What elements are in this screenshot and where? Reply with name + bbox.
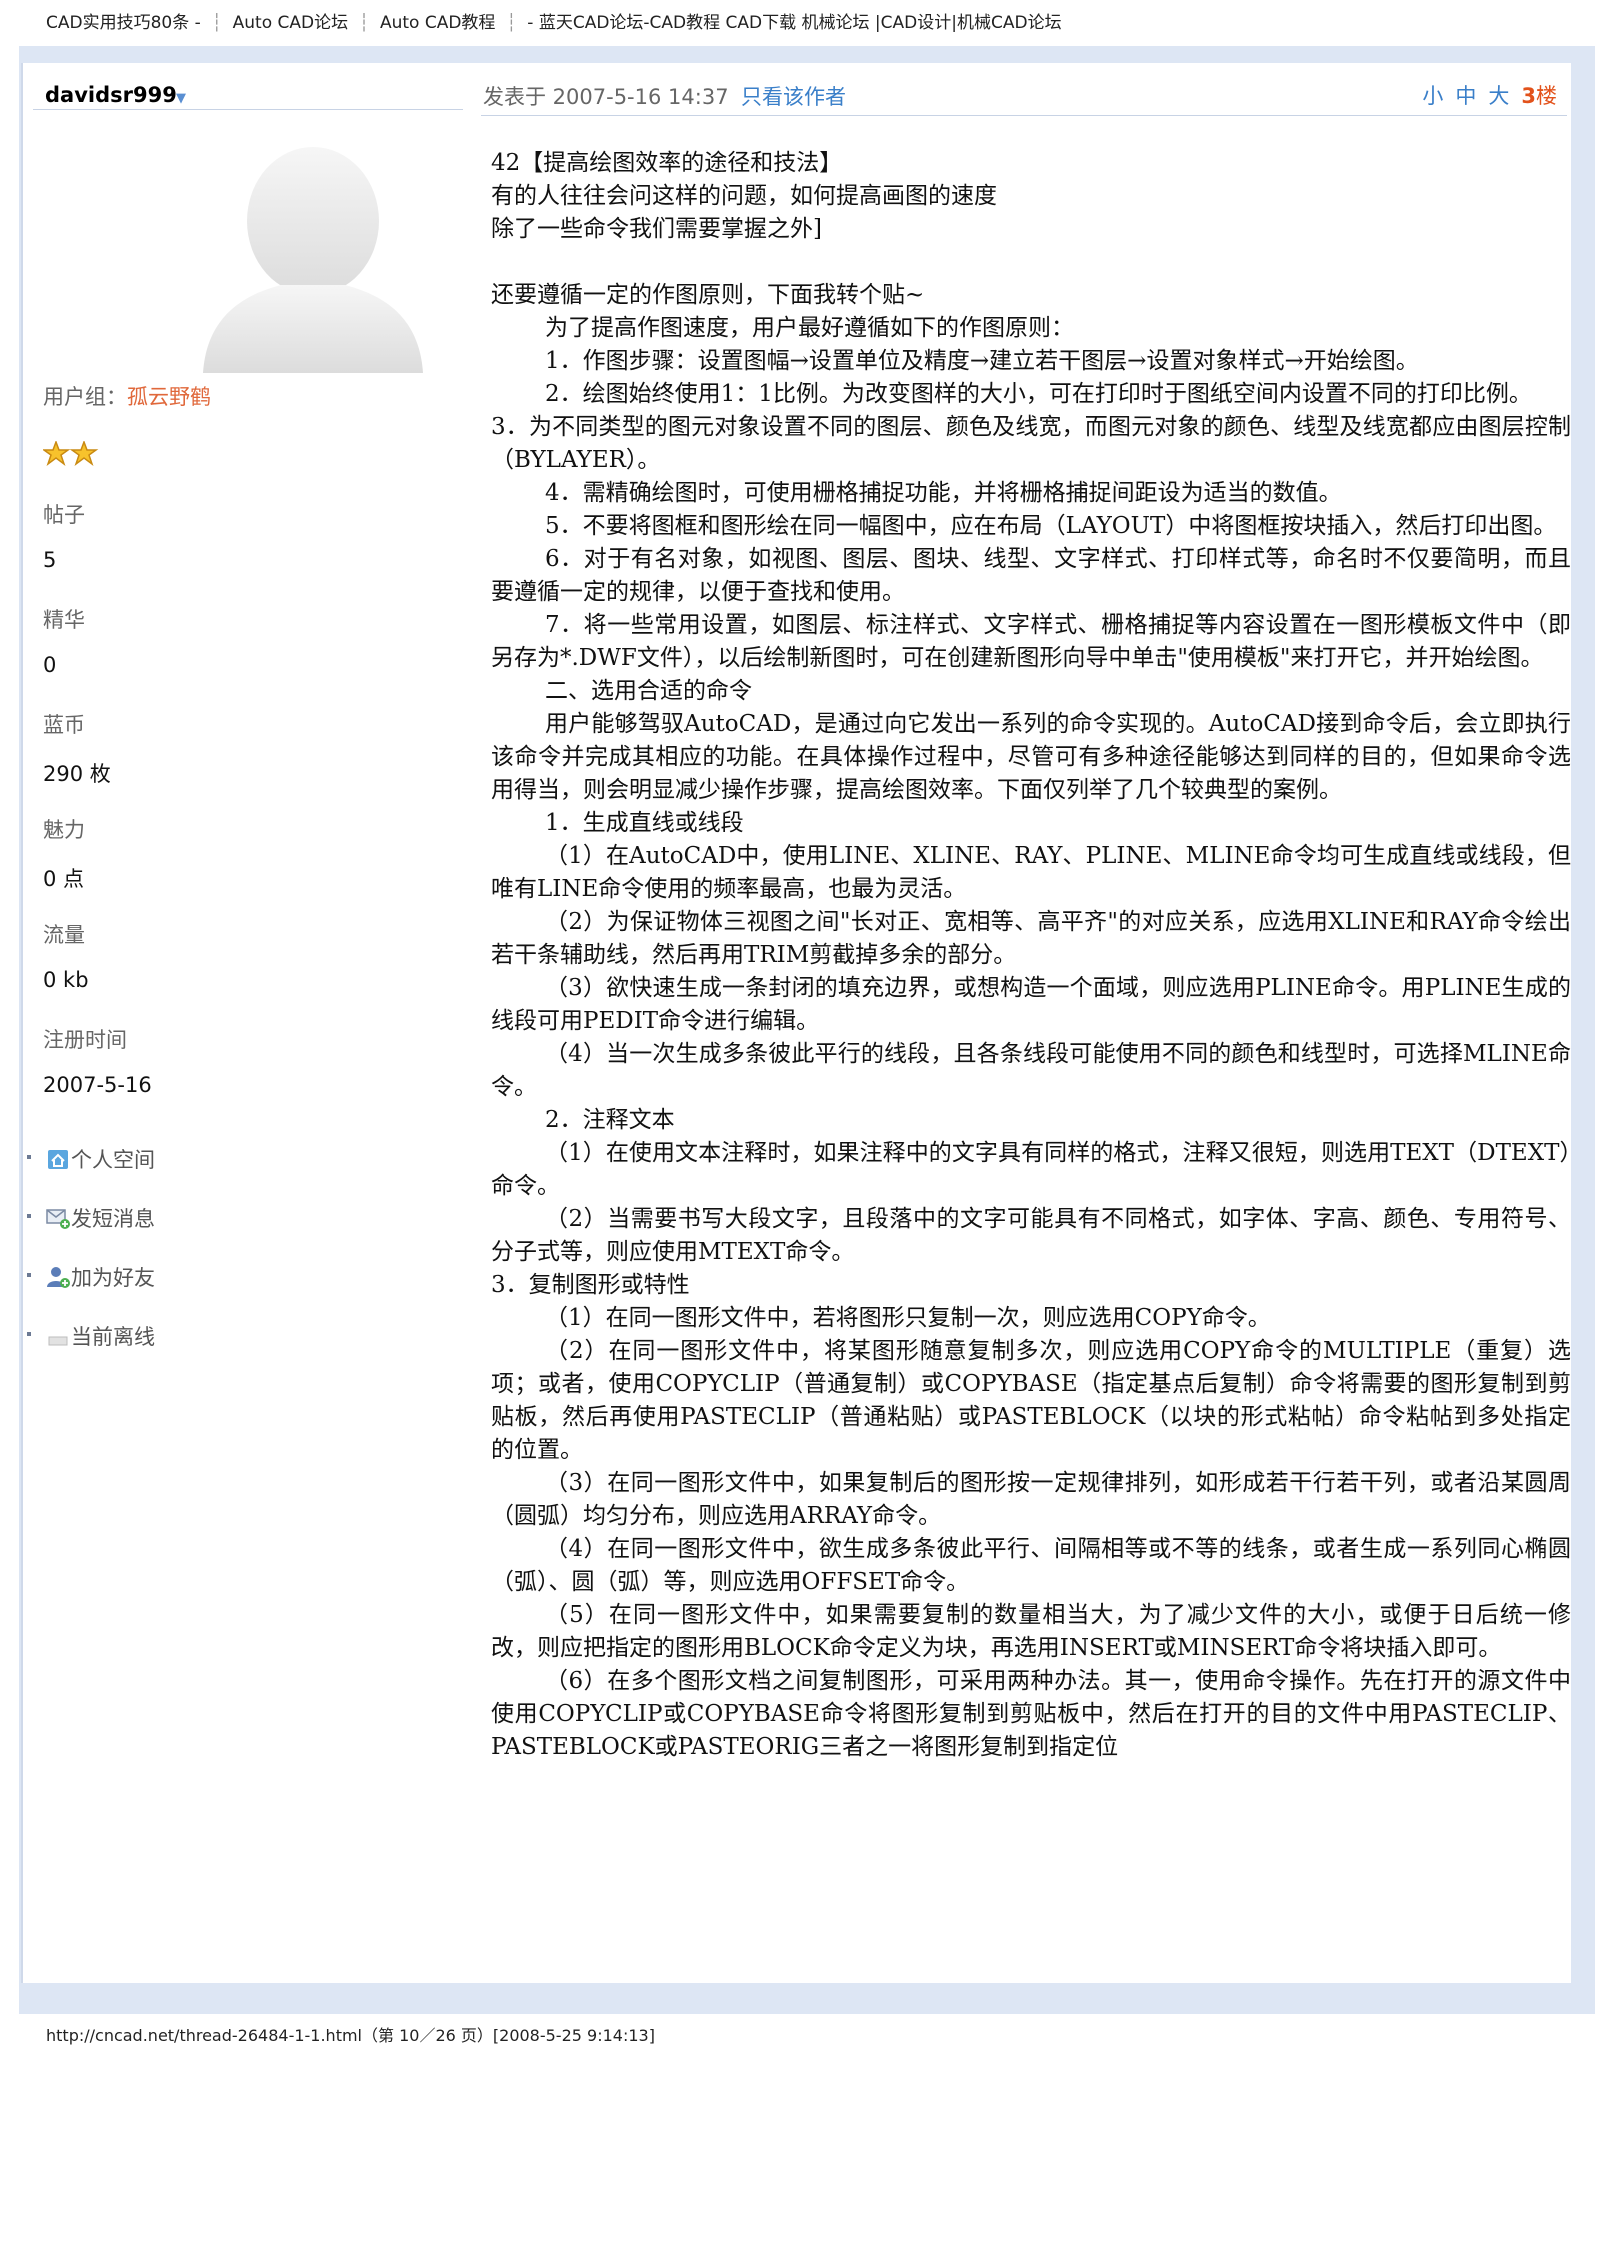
post-paragraph: 有的人往往会问这样的问题，如何提高画图的速度	[491, 183, 997, 209]
post-paragraph: （4）在同一图形文件中，欲生成多条彼此平行、间隔相等或不等的线条，或者生成一系列…	[491, 1536, 1571, 1595]
post-paragraph: 5．不要将图框和图形绘在同一幅图中，应在布局（LAYOUT）中将图框按块插入，然…	[545, 513, 1557, 539]
user-group-name[interactable]: 孤云野鹤	[127, 385, 211, 409]
post-paragraph: （6）在多个图形文档之间复制图形，可采用两种办法。其一，使用命令操作。先在打开的…	[491, 1668, 1571, 1760]
post-paragraph: 7．将一些常用设置，如图层、标注样式、文字样式、栅格捕捉等内容设置在一图形模板文…	[491, 612, 1571, 671]
online-status: 当前离线	[27, 1320, 227, 1360]
post-paragraph: 3．为不同类型的图元对象设置不同的图层、颜色及线宽，而图元对象的颜色、线型及线宽…	[491, 414, 1571, 473]
post-content-column: 发表于 2007-5-16 14:37 只看该作者 小中大 3楼 42【提高绘图效…	[471, 63, 1571, 1983]
bullet	[27, 1214, 31, 1218]
link-label: 发短消息	[71, 1207, 155, 1231]
user-group-label: 用户组：	[43, 385, 127, 409]
message-icon	[46, 1209, 70, 1229]
home-icon	[48, 1150, 68, 1169]
bullet	[27, 1155, 31, 1159]
post-paragraph: 除了一些命令我们需要掌握之外]	[491, 216, 822, 242]
print-title: CAD实用技巧80条 -	[46, 13, 201, 33]
post-paragraph: （1）在AutoCAD中，使用LINE、XLINE、RAY、PLINE、MLIN…	[491, 843, 1571, 902]
user-sidebar: davidsr999 ▼ 用户组：孤云野鹤 帖子 5 精华 0 蓝币 290 枚…	[23, 63, 469, 1983]
stat-value: 0 点	[43, 867, 85, 891]
stat-value: 290 枚	[43, 762, 111, 786]
post-paragraph: 还要遵循一定的作图原则，下面我转个贴~	[491, 282, 925, 308]
username-bar: davidsr999 ▼	[33, 75, 463, 110]
user-group: 用户组：孤云野鹤	[43, 381, 211, 411]
post-paragraph: 1．作图步骤：设置图幅→设置单位及精度→建立若干图层→设置对象样式→开始绘图。	[545, 348, 1419, 374]
post-paragraph: 二、选用合适的命令	[545, 678, 752, 704]
link-label: 加为好友	[71, 1266, 155, 1290]
post-paragraph: 为了提高作图速度，用户最好遵循如下的作图原则：	[545, 315, 1074, 341]
font-size-controls: 小中大 3楼	[1422, 80, 1557, 110]
post-paragraph: （1）在同一图形文件中，若将图形只复制一次，则应选用COPY命令。	[545, 1305, 1271, 1331]
post-paragraph: 6．对于有名对象，如视图、图层、图块、线型、文字样式、打印样式等，命名时不仅要简…	[491, 546, 1571, 605]
chevron-down-icon[interactable]: ▼	[176, 91, 186, 106]
rank-stars	[41, 439, 99, 471]
post-date: 发表于 2007-5-16 14:37	[483, 85, 729, 109]
font-large-link[interactable]: 大	[1488, 84, 1509, 108]
bullet	[27, 1273, 31, 1277]
post-paragraph: （1）在使用文本注释时，如果注释中的文字具有同样的格式，注释又很短，则选用TEX…	[491, 1140, 1571, 1199]
breadcrumb-tutorial[interactable]: Auto CAD教程	[380, 13, 495, 33]
post-paragraph: 42【提高绘图效率的途径和技法】	[491, 150, 843, 176]
floor-number: 3	[1521, 84, 1536, 108]
link-label: 个人空间	[71, 1148, 155, 1172]
star-icon	[41, 439, 99, 467]
post-paragraph: （2）当需要书写大段文字，且段落中的文字可能具有不同格式，如字体、字高、颜色、专…	[491, 1206, 1571, 1265]
post-meta-bar: 发表于 2007-5-16 14:37 只看该作者 小中大 3楼	[481, 73, 1567, 116]
stat-label: 帖子	[43, 503, 85, 527]
separator: ┆	[500, 13, 522, 33]
font-medium-link[interactable]: 中	[1455, 84, 1476, 108]
offline-icon	[48, 1336, 68, 1346]
stat-label: 注册时间	[43, 1028, 127, 1052]
site-title: - 蓝天CAD论坛-CAD教程 CAD下载 机械论坛 |CAD设计|机械CAD论…	[527, 13, 1062, 33]
send-message-link[interactable]: 发短消息	[27, 1202, 227, 1242]
add-friend-icon	[47, 1267, 70, 1288]
post-paragraph: （4）当一次生成多条彼此平行的线段，且各条线段可能使用不同的颜色和线型时，可选择…	[491, 1041, 1571, 1100]
post-paragraph: （2）在同一图形文件中，将某图形随意复制多次，则应选用COPY命令的MULTIP…	[491, 1338, 1571, 1463]
post-paragraph: 3．复制图形或特性	[491, 1272, 690, 1298]
breadcrumb-forum[interactable]: Auto CAD论坛	[233, 13, 348, 33]
only-author-link[interactable]: 只看该作者	[741, 81, 846, 111]
post-paragraph: 2．注释文本	[545, 1107, 675, 1133]
post-paragraph: （3）欲快速生成一条封闭的填充边界，或想构造一个面域，则应选用PLINE命令。用…	[491, 975, 1571, 1034]
post-paragraph: 用户能够驾驭AutoCAD，是通过向它发出一系列的命令实现的。AutoCAD接到…	[491, 711, 1571, 803]
post-paragraph: （3）在同一图形文件中，如果复制后的图形按一定规律排列，如形成若干行若干列，或者…	[491, 1470, 1571, 1529]
print-header: CAD实用技巧80条 - ┆ Auto CAD论坛 ┆ Auto CAD教程 ┆…	[46, 8, 1062, 33]
stat-value: 0	[43, 653, 57, 677]
stat-label: 流量	[43, 923, 85, 947]
stat-value: 0 kb	[43, 968, 89, 992]
post-paragraph: 4．需精确绘图时，可使用栅格捕捉功能，并将栅格捕捉间距设为适当的数值。	[545, 480, 1342, 506]
stat-label: 魅力	[43, 818, 85, 842]
personal-space-link[interactable]: 个人空间	[27, 1143, 227, 1183]
bullet	[27, 1332, 31, 1336]
post-paragraph: 1．生成直线或线段	[545, 810, 744, 836]
post-body: 42【提高绘图效率的途径和技法】有的人往往会问这样的问题，如何提高画图的速度 除了…	[491, 147, 1571, 1764]
font-small-link[interactable]: 小	[1422, 84, 1443, 108]
stat-label: 精华	[43, 608, 85, 632]
separator: ┆	[353, 13, 375, 33]
username[interactable]: davidsr999	[45, 83, 177, 107]
stat-value: 5	[43, 548, 57, 572]
forum-post: davidsr999 ▼ 用户组：孤云野鹤 帖子 5 精华 0 蓝币 290 枚…	[21, 63, 1571, 1983]
print-footer: http://cncad.net/thread-26484-1-1.html（第…	[46, 2026, 655, 2045]
stat-value: 2007-5-16	[43, 1073, 152, 1097]
post-paragraph: （5）在同一图形文件中，如果需要复制的数量相当大，为了减少文件的大小，或便于日后…	[491, 1602, 1571, 1661]
post-paragraph: 2．绘图始终使用1：1比例。为改变图样的大小，可在打印时于图纸空间内设置不同的打…	[545, 381, 1532, 407]
post-paragraph: （2）为保证物体三视图之间"长对正、宽相等、高平齐"的对应关系，应选用XLINE…	[491, 909, 1571, 968]
floor-unit: 楼	[1536, 84, 1557, 108]
add-friend-link[interactable]: 加为好友	[27, 1261, 227, 1301]
link-label: 当前离线	[71, 1325, 155, 1349]
stat-label: 蓝币	[43, 713, 85, 737]
avatar	[203, 147, 423, 373]
separator: ┆	[206, 13, 228, 33]
